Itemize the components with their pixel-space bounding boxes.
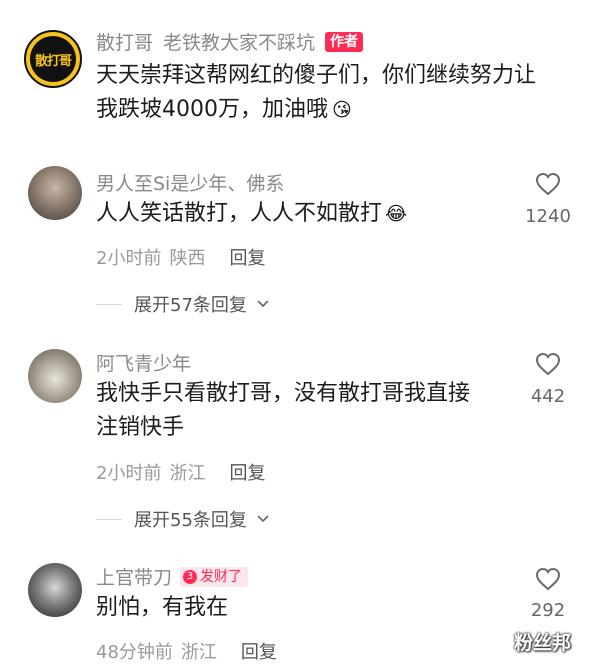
like-count: 1240 xyxy=(525,206,571,227)
like-count: 292 xyxy=(530,600,566,621)
watermark: 粉丝邦 xyxy=(514,632,572,654)
comment-username[interactable]: 上官带刀 xyxy=(96,563,172,590)
badge-text: 发财了 xyxy=(200,568,243,585)
chevron-down-icon xyxy=(257,300,269,308)
like-button[interactable] xyxy=(535,567,561,595)
kiss-emoji: 😘 xyxy=(332,99,352,121)
comment-meta: 2小时前 浙江 回复 xyxy=(96,459,265,485)
comment-username[interactable]: 阿飞青少年 xyxy=(96,349,191,376)
like-button[interactable] xyxy=(535,172,561,200)
like-count: 442 xyxy=(530,386,566,407)
author-name-row: 散打哥 老铁教大家不踩坑 作者 xyxy=(96,28,364,55)
author-username[interactable]: 散打哥 xyxy=(96,28,153,55)
comment-time: 2小时前 xyxy=(96,248,162,269)
comment-text-line: 我跌坡4000万，加油哦 xyxy=(96,97,328,122)
heart-icon xyxy=(535,352,561,376)
comment-text-line: 我快手只看散打哥，没有散打哥我直接 xyxy=(96,381,471,406)
user-avatar[interactable] xyxy=(28,166,82,220)
avatar-logo-text: 散打哥 xyxy=(34,53,72,69)
comment-meta: 2小时前 陕西 回复 xyxy=(96,244,265,270)
expand-replies-button[interactable]: 展开55条回复 xyxy=(96,506,271,532)
badge-level: 3 xyxy=(183,569,198,584)
divider-line xyxy=(96,518,122,520)
comment-text: 人人笑话散打，人人不如散打 😂 xyxy=(96,197,407,231)
comment-text: 别怕，有我在 xyxy=(96,591,228,625)
chevron-down-icon xyxy=(257,515,269,523)
comment-time: 2小时前 xyxy=(96,463,162,484)
comment-text-line: 人人笑话散打，人人不如散打 xyxy=(96,201,383,226)
comment-location: 浙江 xyxy=(180,642,217,663)
user-avatar[interactable] xyxy=(28,563,82,617)
reply-button[interactable]: 回复 xyxy=(229,244,265,270)
author-avatar[interactable]: 散打哥 xyxy=(24,30,82,88)
expand-replies-button[interactable]: 展开57条回复 xyxy=(96,291,271,317)
comment-text-line: 天天崇拜这帮网红的傻子们，你们继续努力让 xyxy=(96,63,537,88)
comment-meta: 48分钟前 浙江 回复 xyxy=(96,638,277,664)
expand-label: 展开57条回复 xyxy=(134,295,247,316)
heart-icon xyxy=(535,567,561,591)
comment-location: 陕西 xyxy=(169,248,206,269)
laugh-cry-emoji: 😂 xyxy=(385,203,408,225)
author-title: 老铁教大家不踩坑 xyxy=(163,32,316,54)
expand-label: 展开55条回复 xyxy=(134,510,247,531)
like-button[interactable] xyxy=(535,352,561,380)
reply-button[interactable]: 回复 xyxy=(241,638,277,664)
divider-line xyxy=(96,303,122,305)
comment-username[interactable]: 男人至Si是少年、佛系 xyxy=(96,169,284,196)
comment-location: 浙江 xyxy=(169,463,206,484)
author-comment-text: 天天崇拜这帮网红的傻子们，你们继续努力让 我跌坡4000万，加油哦 😘 xyxy=(96,59,536,127)
comment-time: 48分钟前 xyxy=(96,642,173,663)
comment-text: 我快手只看散打哥，没有散打哥我直接 注销快手 xyxy=(96,377,470,445)
reply-button[interactable]: 回复 xyxy=(229,459,265,485)
user-avatar[interactable] xyxy=(28,349,82,403)
fan-badge: 3 发财了 xyxy=(180,566,249,587)
heart-icon xyxy=(535,172,561,196)
author-tag: 作者 xyxy=(325,31,364,52)
comment-text-line: 别怕，有我在 xyxy=(96,595,229,620)
comment-text-line: 注销快手 xyxy=(96,415,185,440)
comment-name-row: 上官带刀 3 发财了 xyxy=(96,563,249,590)
